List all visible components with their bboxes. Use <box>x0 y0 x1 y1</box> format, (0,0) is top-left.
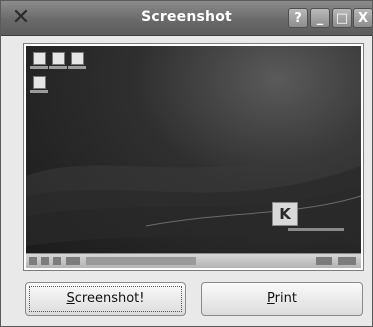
print-label: rint <box>274 291 297 306</box>
taskbar-icon <box>41 257 49 265</box>
taskbar-icon <box>66 257 80 265</box>
taskbar-clock <box>338 257 356 265</box>
title-bar[interactable]: ✕ Screenshot ? _ □ X <box>1 1 373 36</box>
print-mnemonic: P <box>267 291 275 306</box>
taskbar-thumbnail <box>26 253 361 268</box>
maximize-button[interactable]: □ <box>332 8 352 28</box>
taskbar-window-list <box>86 257 196 265</box>
kmenu-icon <box>29 257 37 265</box>
taskbar-icon <box>53 257 61 265</box>
system-tray <box>316 257 332 265</box>
kde-caption <box>288 228 344 231</box>
desktop-thumbnail: K <box>26 46 361 268</box>
minimize-button[interactable]: _ <box>310 8 330 28</box>
print-button[interactable]: Print <box>201 282 363 316</box>
wallpaper-waves <box>26 136 361 246</box>
screenshot-mnemonic: S <box>66 291 75 306</box>
screenshot-preview: K <box>23 43 364 271</box>
kde-logo: K <box>272 202 298 226</box>
screenshot-button[interactable]: Screenshot! <box>25 282 186 316</box>
screenshot-label: creenshot! <box>74 291 145 306</box>
close-button[interactable]: X <box>353 8 373 28</box>
screenshot-window: ✕ Screenshot ? _ □ X K Screenshot! Print <box>0 0 373 327</box>
help-button[interactable]: ? <box>288 8 308 28</box>
